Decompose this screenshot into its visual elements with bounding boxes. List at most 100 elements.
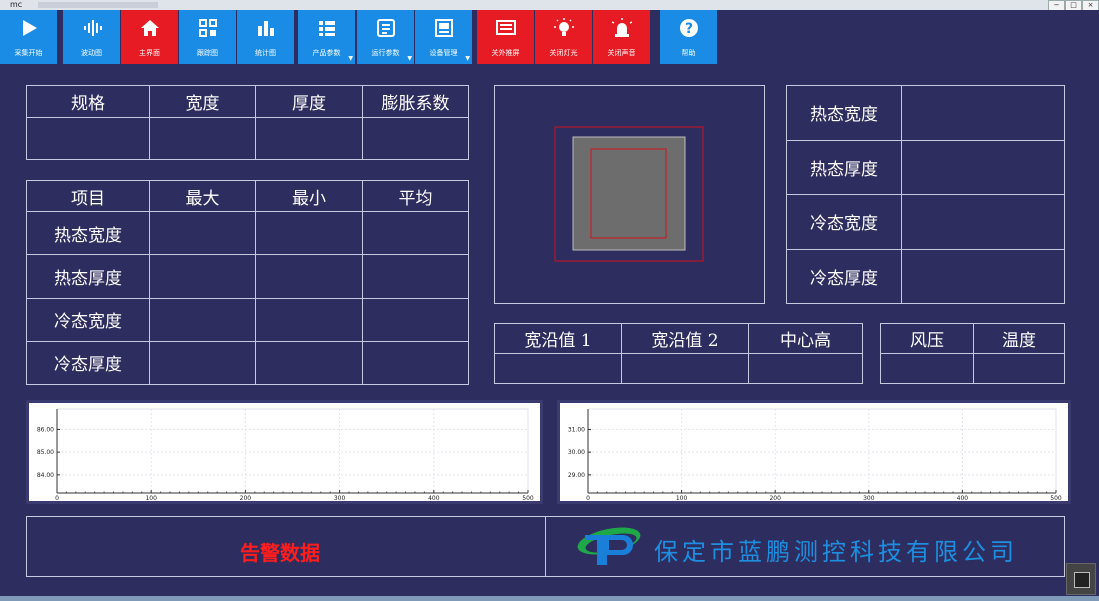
toolbar-button-label: 运行参数 [371,49,400,57]
toolbar-button-label: 跟踪图 [197,49,218,57]
window-title: mc [10,0,23,9]
toolbar-button-label: 关闭声音 [607,49,636,57]
x-tick-label: 400 [957,495,969,501]
stats-cell [149,340,256,386]
bulb-icon [553,18,574,36]
y-tick-label: 31.00 [568,426,585,433]
panel-icon [376,19,395,37]
stats-cell [149,254,256,299]
x-tick-label: 300 [334,495,346,501]
siren-icon [611,18,632,37]
plot-area [56,408,529,494]
toolbar-button-9[interactable]: 关外推屏 [477,10,534,64]
width-trend-chart: 0 100 200 300 400 500 84.00 85.00 86.00 [26,400,543,504]
stats-header-cell: 最大 [149,180,256,212]
toolbar-button-label: 采集开始 [14,49,43,57]
play-icon [22,20,37,36]
toolbar-button-label: 关外推屏 [491,49,520,57]
stats-header-cell: 项目 [26,180,150,212]
y-tick-label: 84.00 [37,472,54,479]
edge-header-cell: 中心高 [748,323,863,354]
toolbar-button-4[interactable]: 跟踪图 [179,10,236,64]
dropdown-arrow-icon[interactable]: ▼ [465,55,470,62]
y-tick-label: 29.00 [568,472,585,479]
y-tick-label: 86.00 [37,426,54,433]
stats-cell [255,297,363,342]
device-icon [434,19,453,37]
x-tick-label: 400 [428,495,440,501]
measure-label: 热态宽度 [786,85,902,141]
measure-label: 冷态厚度 [786,248,902,304]
x-tick-label: 200 [769,495,781,501]
stats-row-label: 热态厚度 [26,254,150,299]
spec-header-cell: 规格 [26,85,150,118]
spec-header-cell: 宽度 [149,85,256,118]
toolbar-button-6[interactable]: 产品参数 ▼ [298,10,355,64]
stats-cell [149,210,256,256]
toolbar-button-10[interactable]: 关闭灯光 [535,10,592,64]
spec-value-cell [149,117,256,160]
x-tick-label: 300 [863,495,875,501]
measure-label: 热态厚度 [786,139,902,195]
measure-label: 冷态宽度 [786,194,902,250]
edge-table: 宽沿值 1 宽沿值 2 中心高 [494,323,863,384]
env-value-cell [880,353,974,384]
dropdown-arrow-icon[interactable]: ▼ [348,55,353,62]
toolbar-button-2[interactable]: 波动图 [63,10,120,64]
stats-row-label: 冷态宽度 [26,297,150,342]
toolbar-button-8[interactable]: 设备管理 ▼ [415,10,472,64]
spec-header-cell: 膨胀系数 [362,85,469,118]
spec-value-cell [255,117,363,160]
spec-value-cell [26,117,150,160]
taskbar [0,596,1099,601]
window-title-bar: mc − □ × [0,0,1099,11]
dropdown-arrow-icon[interactable]: ▼ [407,55,412,62]
plot-area [587,408,1057,494]
window-controls: − □ × [1048,0,1099,11]
measure-value [901,248,1065,304]
measurement-table: 热态宽度 热态厚度 冷态宽度 冷态厚度 [786,85,1065,304]
toolbar: 采集开始 波动图 主界面 跟踪图 统计图 产品参数 ▼ 运行参数 ▼ 设备管理 ▼ 关外推屏 关闭灯光 关… [0,10,1099,64]
toolbar-button-11[interactable]: 关闭声音 [593,10,650,64]
cross-section-drawing [554,126,704,262]
toolbar-button-label: 帮助 [681,49,696,57]
edge-value-cell [621,353,749,384]
width-trend-chart-svg: 0 100 200 300 400 500 84.00 85.00 86.00 [37,408,534,501]
toolbar-button-label: 主界面 [139,49,160,57]
stats-cell [362,297,469,342]
edge-header-cell: 宽沿值 2 [621,323,749,354]
measure-value [901,194,1065,250]
svg-text:?: ? [684,21,692,37]
x-tick-label: 100 [145,495,157,501]
y-tick-label: 85.00 [37,449,54,456]
env-value-cell [973,353,1065,384]
home-icon [140,20,159,36]
toolbar-button-5[interactable]: 统计图 [237,10,294,64]
toolbar-button-3[interactable]: 主界面 [121,10,178,64]
thickness-trend-chart: 0 100 200 300 400 500 29.00 30.00 31.00 [557,400,1071,504]
product-section [572,136,686,251]
spec-table: 规格 宽度 厚度 膨胀系数 [26,85,469,160]
stats-table: 项目 最大 最小 平均 热态宽度 热态厚度 冷态宽度 冷态厚度 [26,180,469,386]
cross-section-view [494,85,765,304]
toolbar-button-1[interactable]: 采集开始 [0,10,57,64]
bottom-divider [545,516,546,577]
spec-value-cell [362,117,469,160]
stats-header-cell: 最小 [255,180,363,212]
stats-row-label: 冷态厚度 [26,340,150,386]
toolbar-button-label: 产品参数 [312,49,341,57]
alarm-data-label: 告警数据 [240,541,320,565]
stats-cell [255,254,363,299]
toolbar-button-7[interactable]: 运行参数 ▼ [357,10,414,64]
toolbar-button-12[interactable]: ? 帮助 [660,10,717,64]
x-tick-label: 500 [522,495,534,501]
x-tick-label: 500 [1050,495,1062,501]
x-tick-label: 200 [240,495,252,501]
company-logo [577,527,641,565]
stats-cell [362,254,469,299]
stats-cell [362,210,469,256]
bar-chart-icon [257,21,274,36]
corner-widget[interactable] [1066,563,1096,595]
toolbar-button-label: 波动图 [81,49,102,57]
edge-value-cell [494,353,622,384]
